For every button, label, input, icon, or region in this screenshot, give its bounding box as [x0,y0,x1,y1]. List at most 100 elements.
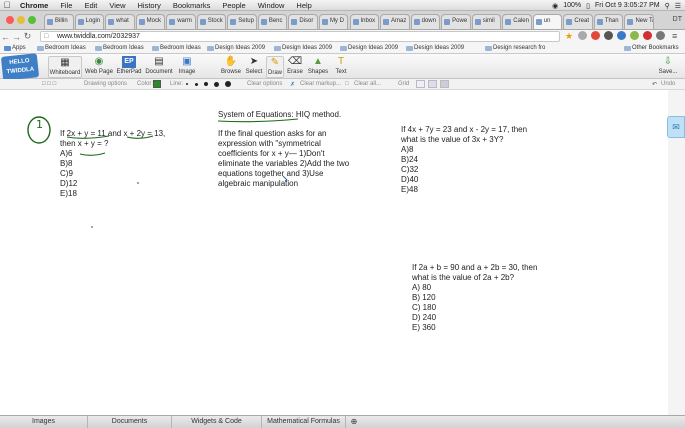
browser-tab[interactable]: Mock [135,14,166,29]
tab-mathematical-formulas[interactable]: Mathematical Formulas [262,416,346,428]
bookmark-item[interactable]: Design Ideas 2009 [340,45,398,51]
browser-tab[interactable]: Login [74,14,105,29]
tab-images[interactable]: Images [0,416,88,428]
browser-tab[interactable]: Powe [441,14,471,29]
bookmark-item[interactable]: Design Ideas 2009 [406,45,464,51]
battery-percent[interactable]: 100% [563,2,581,9]
options-quick-icons[interactable]: □ □ □ [42,81,56,87]
back-icon[interactable]: ← [0,32,11,42]
tab-documents[interactable]: Documents [88,416,172,428]
browser-tab[interactable]: Billin [44,14,74,29]
extension-icon[interactable] [643,31,652,40]
undo-button[interactable]: Undo [661,81,675,87]
menu-file[interactable]: File [54,1,78,10]
tool-shapes[interactable]: ▲ Shapes [307,56,329,78]
browser-tab[interactable]: New Tab [624,14,654,29]
browser-tab[interactable]: Amaz [380,14,410,29]
menu-window[interactable]: Window [252,1,291,10]
line-width-5[interactable] [225,81,231,87]
tab-widgets-code[interactable]: Widgets & Code [172,416,262,428]
line-width-1[interactable] [186,83,188,85]
grid-option-large[interactable] [440,80,449,88]
twiddla-logo[interactable]: HELLO TWIDDLA [0,53,40,81]
bookmark-item[interactable]: Design Ideas 2009 [207,45,265,51]
tab-document[interactable]: ▤ Document [144,56,174,78]
tool-browse[interactable]: ✋ Browse [220,56,242,78]
menu-edit[interactable]: Edit [78,1,103,10]
undo-icon[interactable]: ↶ [652,81,657,88]
extension-icon[interactable] [630,31,639,40]
tool-draw[interactable]: ✎ Draw [266,56,284,78]
line-width-3[interactable] [204,82,208,86]
menu-history[interactable]: History [132,1,167,10]
browser-tab[interactable]: Than [593,14,624,29]
forward-icon[interactable]: → [11,32,22,42]
bookmark-other[interactable]: Other Bookmarks [624,45,679,51]
extension-icon[interactable] [591,31,600,40]
browser-tab[interactable]: warm [166,14,196,29]
menu-help[interactable]: Help [290,1,317,10]
grid-option-small[interactable] [428,80,437,88]
chat-bubble-icon[interactable]: ✉ [667,116,685,138]
clear-markup-icon[interactable]: ✗ [290,81,295,88]
tab-web-page[interactable]: ◉ Web Page [84,56,114,78]
wifi-icon[interactable]: ◉ [552,2,558,10]
browser-tab[interactable]: simil [471,14,502,29]
line-width-4[interactable] [214,81,219,87]
window-close-icon[interactable] [6,16,14,24]
clock[interactable]: Fri Oct 9 3:05:27 PM [595,2,660,9]
grid-option-none[interactable] [416,80,425,88]
bookmark-item[interactable]: Bedroom Ideas [37,45,86,51]
clear-all-icon[interactable]: □ [345,81,349,87]
browser-tab[interactable]: Setup [227,14,257,29]
menu-app-chrome[interactable]: Chrome [14,1,54,10]
extension-icon[interactable] [656,31,665,40]
tool-text[interactable]: T Text [332,56,350,78]
clear-markup-button[interactable]: Clear markup... [300,81,341,87]
menu-icon[interactable]: ≡ [672,31,677,41]
browser-tab[interactable]: Creat [563,14,593,29]
bookmark-apps[interactable]: Apps [4,45,26,51]
bookmark-item[interactable]: Design research fro [485,45,545,51]
window-zoom-icon[interactable] [28,16,36,24]
whiteboard-canvas[interactable]: 1 If 2x + y = 11 and x + 2y = 13, then x… [0,90,668,415]
menu-bookmarks[interactable]: Bookmarks [167,1,217,10]
browser-tab[interactable]: Inbox [349,14,380,29]
browser-tab[interactable]: Stock [196,14,227,29]
browser-tab[interactable]: un [532,14,563,29]
browser-tab[interactable]: down [410,14,441,29]
menu-people[interactable]: People [216,1,251,10]
add-tab-icon[interactable]: ⊕ [346,416,362,428]
tab-whiteboard[interactable]: ▦ Whiteboard [48,56,82,78]
extension-icon[interactable] [578,31,587,40]
line-width-2[interactable] [195,82,198,86]
bookmark-star-icon[interactable]: ★ [565,31,573,42]
extension-icon[interactable] [604,31,613,40]
apple-icon[interactable]:  [0,0,14,10]
tab-image[interactable]: ▣ Image [176,56,198,78]
browser-tab[interactable]: Calen [502,14,532,29]
tool-erase[interactable]: ⌫ Erase [286,56,304,78]
browser-tab[interactable]: My D [318,14,349,29]
profile-badge[interactable]: DT [673,16,682,23]
bookmark-item[interactable]: Bedroom Ideas [152,45,201,51]
tool-select[interactable]: ➤ Select [244,56,264,78]
save-button[interactable]: ⇩ Save... [656,56,680,78]
bookmark-item[interactable]: Design Ideas 2009 [274,45,332,51]
notification-center-icon[interactable]: ☰ [675,2,681,10]
extension-icon[interactable] [617,31,626,40]
battery-icon[interactable]: ▯ [586,2,590,10]
clear-all-button[interactable]: Clear all... [354,81,381,87]
menu-view[interactable]: View [103,1,131,10]
browser-tab[interactable]: Benc [257,14,288,29]
window-minimize-icon[interactable] [17,16,25,24]
browser-tab[interactable]: what [105,14,135,29]
eraser-icon: ⌫ [288,56,303,67]
browser-tab[interactable]: Disor [288,14,318,29]
reload-icon[interactable]: ↻ [22,31,33,42]
url-field[interactable]: □ www.twiddla.com/2032937 [40,31,560,42]
color-swatch[interactable] [153,80,161,88]
spotlight-icon[interactable]: ⚲ [665,2,670,10]
bookmark-item[interactable]: Bedroom Ideas [95,45,144,51]
tab-etherpad[interactable]: EP EtherPad [116,56,142,78]
